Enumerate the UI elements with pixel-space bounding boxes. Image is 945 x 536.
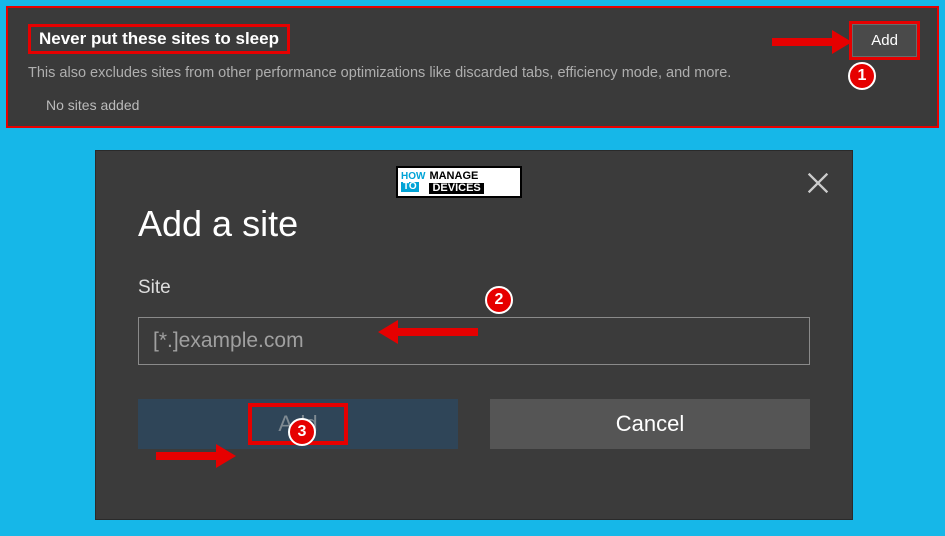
annotation-badge-1: 1 [848, 62, 876, 90]
logo-to: TO [401, 182, 419, 192]
empty-state-text: No sites added [46, 97, 917, 113]
site-field-label: Site [138, 277, 810, 299]
dialog-cancel-button[interactable]: Cancel [490, 399, 810, 449]
close-icon[interactable] [804, 169, 832, 197]
add-site-button[interactable]: Add [852, 24, 917, 57]
dialog-title: Add a site [138, 203, 810, 245]
site-input[interactable] [138, 317, 810, 365]
annotation-badge-2: 2 [485, 286, 513, 314]
how-to-manage-devices-logo: HOW TO MANAGE DEVICES [396, 166, 522, 198]
never-sleep-description: This also excludes sites from other perf… [28, 65, 917, 81]
logo-manage: MANAGE [429, 171, 483, 182]
logo-devices: DEVICES [429, 183, 483, 194]
never-sleep-title: Never put these sites to sleep [28, 24, 290, 54]
never-sleep-panel: Never put these sites to sleep Add This … [6, 6, 939, 128]
annotation-badge-3: 3 [288, 418, 316, 446]
